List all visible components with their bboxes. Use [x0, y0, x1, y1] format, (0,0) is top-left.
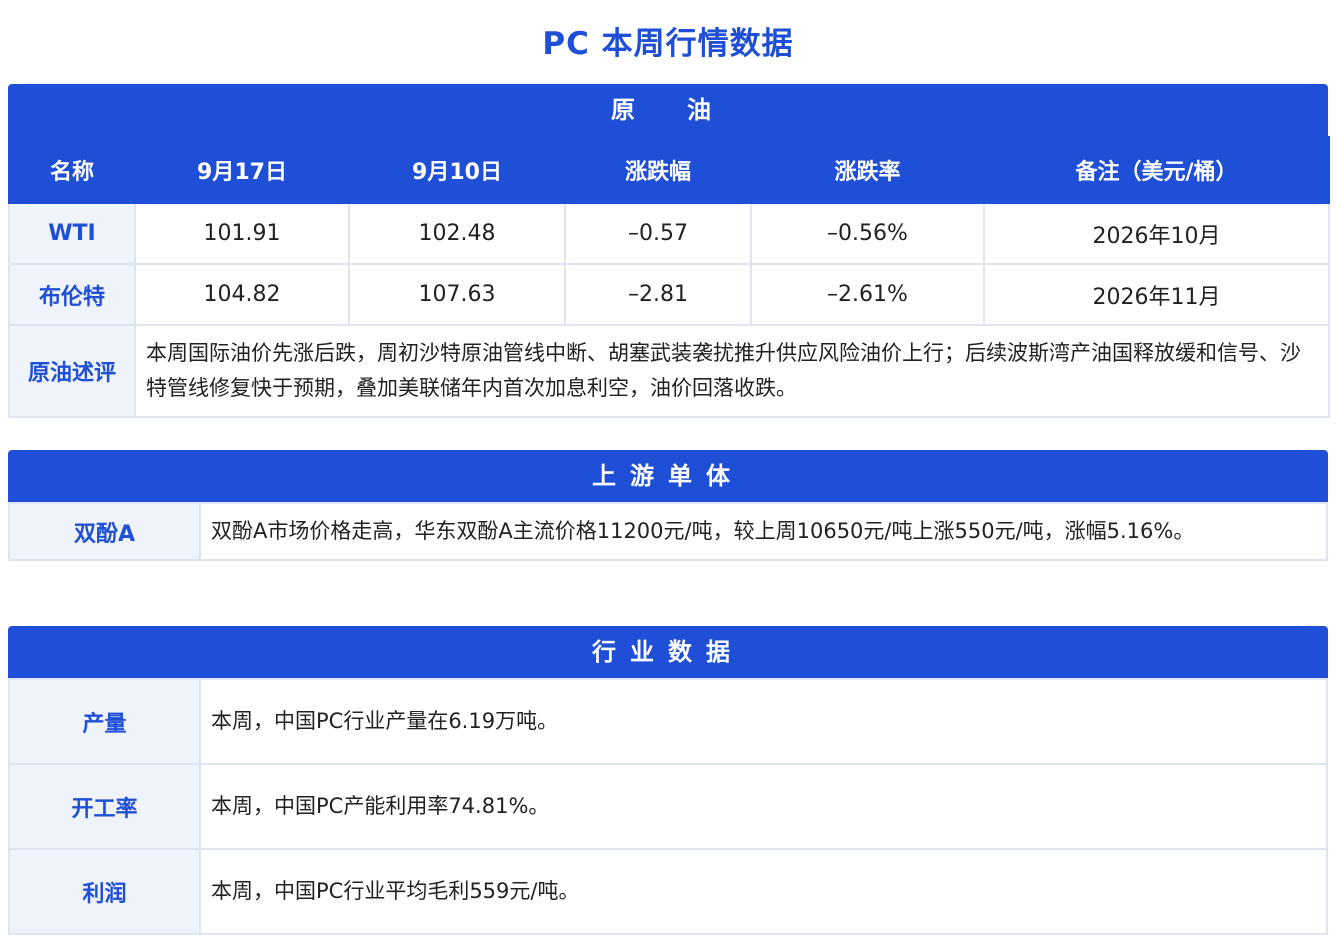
row-label: 双酚A [8, 502, 201, 561]
column-header: 名称 [8, 136, 136, 204]
comment-text: 本周国际油价先涨后跌，周初沙特原油管线中断、胡塞武装袭扰推升供应风险油价上行；后… [134, 324, 1330, 418]
table-cell: 104.82 [134, 263, 350, 326]
table-cell: –0.56% [750, 202, 985, 265]
crude-oil-table: 名称 9月17日 9月10日 涨跌幅 涨跌率 备注（美元/桶） WTI 101.… [8, 136, 1330, 418]
column-header: 涨跌率 [750, 136, 985, 204]
upstream-section: 上游单体 双酚A 双酚A市场价格走高，华东双酚A主流价格11200元/吨，较上周… [8, 450, 1328, 561]
crude-oil-heading: 原 油 [8, 84, 1328, 136]
table-cell: 101.91 [134, 202, 350, 265]
table-cell: –2.61% [750, 263, 985, 326]
table-cell: 102.48 [348, 202, 566, 265]
row-label: 产量 [8, 678, 201, 765]
column-header: 9月10日 [348, 136, 566, 204]
industry-table: 产量 本周，中国PC行业产量在6.19万吨。 开工率 本周，中国PC产能利用率7… [8, 678, 1328, 935]
row-label: 布伦特 [8, 263, 136, 326]
row-label: 开工率 [8, 763, 201, 850]
upstream-table: 双酚A 双酚A市场价格走高，华东双酚A主流价格11200元/吨，较上周10650… [8, 502, 1328, 561]
table-cell: –2.81 [564, 263, 752, 326]
table-cell: 2026年10月 [983, 202, 1330, 265]
table-row: 开工率 本周，中国PC产能利用率74.81%。 [8, 763, 1328, 850]
industry-section: 行业数据 产量 本周，中国PC行业产量在6.19万吨。 开工率 本周，中国PC产… [8, 626, 1328, 935]
column-header: 涨跌幅 [564, 136, 752, 204]
crude-oil-section: 原 油 名称 9月17日 9月10日 涨跌幅 涨跌率 备注（美元/桶） WTI … [8, 84, 1330, 418]
table-header-row: 名称 9月17日 9月10日 涨跌幅 涨跌率 备注（美元/桶） [8, 136, 1330, 204]
table-cell: –0.57 [564, 202, 752, 265]
column-header: 9月17日 [134, 136, 350, 204]
column-header: 备注（美元/桶） [983, 136, 1330, 204]
page-title: PC 本周行情数据 [542, 26, 794, 62]
row-text: 本周，中国PC行业产量在6.19万吨。 [199, 678, 1328, 765]
comment-label: 原油述评 [8, 324, 136, 418]
comment-row: 原油述评 本周国际油价先涨后跌，周初沙特原油管线中断、胡塞武装袭扰推升供应风险油… [8, 324, 1330, 418]
table-row: 产量 本周，中国PC行业产量在6.19万吨。 [8, 678, 1328, 765]
row-label: WTI [8, 202, 136, 265]
table-row: 布伦特 104.82 107.63 –2.81 –2.61% 2026年11月 [8, 263, 1330, 326]
table-cell: 2026年11月 [983, 263, 1330, 326]
upstream-heading: 上游单体 [8, 450, 1328, 502]
row-text: 本周，中国PC产能利用率74.81%。 [199, 763, 1328, 850]
industry-heading: 行业数据 [8, 626, 1328, 678]
table-cell: 107.63 [348, 263, 566, 326]
table-row: WTI 101.91 102.48 –0.57 –0.56% 2026年10月 [8, 202, 1330, 265]
table-row: 双酚A 双酚A市场价格走高，华东双酚A主流价格11200元/吨，较上周10650… [8, 502, 1328, 561]
row-text: 双酚A市场价格走高，华东双酚A主流价格11200元/吨，较上周10650元/吨上… [199, 502, 1328, 561]
